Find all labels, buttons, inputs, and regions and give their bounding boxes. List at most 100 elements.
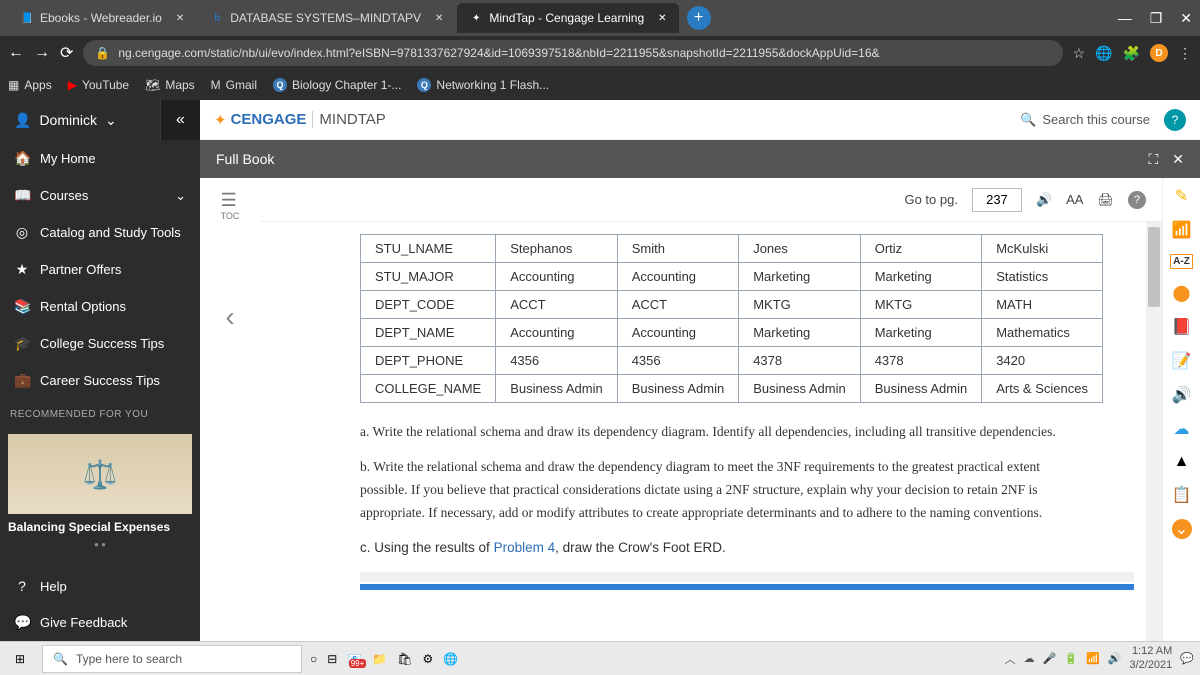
tab-icon: b: [210, 11, 224, 25]
sub-toolbar: Full Book ⛶ ✕: [200, 140, 1200, 178]
chrome-icon[interactable]: 🌐: [443, 652, 458, 666]
reader-help-button[interactable]: ?: [1128, 191, 1146, 209]
translate-icon[interactable]: 🌐: [1095, 45, 1112, 62]
bookmark-maps[interactable]: 🗺Maps: [145, 78, 195, 92]
tab-ebooks[interactable]: 📘 Ebooks - Webreader.io ✕: [8, 3, 196, 33]
row-header: STU_MAJOR: [361, 263, 496, 291]
tab-icon: ✦: [469, 11, 483, 25]
rss-icon[interactable]: 📶: [1172, 220, 1192, 240]
system-tray[interactable]: ︿ ☁ 🎤 🔋 📶 🔊 1:12 AM 3/2/2021 💬: [1005, 645, 1194, 671]
book-title: Full Book: [216, 151, 274, 167]
sidebar-item-partner[interactable]: ★Partner Offers: [0, 251, 200, 288]
cortana-icon[interactable]: ○: [310, 652, 317, 666]
reload-button[interactable]: ⟳: [60, 43, 73, 63]
sidebar-item-feedback[interactable]: 💬Give Feedback: [0, 604, 200, 641]
sidebar-item-courses[interactable]: 📖Courses⌄: [0, 177, 200, 214]
highlight-icon[interactable]: ✎: [1175, 186, 1188, 206]
tab-database[interactable]: b DATABASE SYSTEMS–MINDTAPV ✕: [198, 3, 455, 33]
font-size-button[interactable]: AA: [1066, 192, 1083, 207]
extension-d-icon[interactable]: D: [1150, 44, 1168, 62]
store-icon[interactable]: 🛍: [397, 652, 412, 666]
cell: 4356: [617, 347, 739, 375]
menu-icon[interactable]: ⋮: [1178, 45, 1192, 62]
help-button[interactable]: ?: [1164, 109, 1186, 131]
url-field[interactable]: 🔒 ng.cengage.com/static/nb/ui/evo/index.…: [83, 40, 1062, 66]
goto-label: Go to pg.: [904, 192, 957, 207]
notes-icon[interactable]: 📝: [1172, 351, 1192, 371]
star-icon[interactable]: ☆: [1073, 45, 1086, 62]
page-input[interactable]: [972, 188, 1022, 212]
notifications-icon[interactable]: 💬: [1180, 652, 1194, 665]
onedrive-icon[interactable]: ☁: [1024, 652, 1035, 665]
fullscreen-icon[interactable]: ⛶: [1148, 151, 1158, 168]
book-icon[interactable]: 📕: [1172, 317, 1192, 337]
volume-icon[interactable]: 🔊: [1108, 652, 1122, 665]
question-b: b. Write the relational schema and draw …: [360, 456, 1080, 525]
clock[interactable]: 1:12 AM 3/2/2021: [1129, 645, 1172, 671]
recommended-image: ⚖️: [8, 434, 192, 514]
taskview-icon[interactable]: ⊟: [327, 652, 337, 666]
cengage-logo-icon: ✦: [214, 111, 227, 129]
sidebar-item-help[interactable]: ?Help: [0, 568, 200, 604]
sidebar-item-catalog[interactable]: ◎Catalog and Study Tools: [0, 214, 200, 251]
new-tab-button[interactable]: +: [687, 6, 711, 30]
close-window-icon[interactable]: ✕: [1180, 10, 1192, 27]
forward-button[interactable]: →: [34, 44, 50, 62]
bookmarks-bar: ▦Apps ▶YouTube 🗺Maps MGmail QBiology Cha…: [0, 70, 1200, 100]
mic-icon[interactable]: 🎤: [1043, 652, 1057, 665]
stack-icon[interactable]: 📋: [1172, 485, 1192, 505]
bookmark-youtube[interactable]: ▶YouTube: [68, 78, 129, 92]
close-icon[interactable]: ✕: [435, 13, 443, 24]
puzzle-icon[interactable]: 🧩: [1123, 45, 1140, 62]
mail-icon[interactable]: 📧99+: [347, 652, 362, 666]
horizontal-scrollbar[interactable]: [360, 572, 1134, 582]
tray-chevron-icon[interactable]: ︿: [1005, 651, 1016, 667]
readspeaker-icon[interactable]: 🔊: [1172, 385, 1192, 405]
close-icon[interactable]: ✕: [176, 13, 184, 24]
collapse-sidebar-button[interactable]: «: [160, 100, 200, 140]
search-course[interactable]: 🔍 Search this course: [1020, 112, 1150, 128]
taskbar-search[interactable]: 🔍 Type here to search: [42, 645, 302, 673]
vertical-scrollbar[interactable]: [1146, 222, 1162, 641]
expand-rail-icon[interactable]: ⌄: [1172, 519, 1192, 539]
user-menu[interactable]: 👤 Dominick ⌄: [0, 102, 160, 139]
wifi-icon[interactable]: 📶: [1086, 652, 1100, 665]
start-button[interactable]: ⊞: [6, 645, 34, 673]
print-icon[interactable]: 🖨: [1097, 192, 1114, 208]
minimize-icon[interactable]: —: [1118, 10, 1132, 27]
toc-button[interactable]: ☰TOC: [221, 190, 240, 221]
sidebar-item-career[interactable]: 💼Career Success Tips: [0, 362, 200, 399]
close-icon[interactable]: ✕: [658, 13, 666, 24]
back-button[interactable]: ←: [8, 44, 24, 62]
tab-label: MindTap - Cengage Learning: [489, 11, 644, 25]
explorer-icon[interactable]: 📁: [372, 652, 387, 666]
recommended-card[interactable]: ⚖️ Balancing Special Expenses ● ●: [0, 426, 200, 557]
drive-icon[interactable]: ▲: [1174, 453, 1190, 471]
sidebar-item-rental[interactable]: 📚Rental Options: [0, 288, 200, 325]
progress-bar: [360, 584, 1134, 590]
apps-button[interactable]: ▦Apps: [8, 78, 52, 92]
problem-link[interactable]: Problem 4: [494, 540, 556, 555]
sidebar-item-myhome[interactable]: 🏠My Home: [0, 140, 200, 177]
cloud-icon[interactable]: ☁: [1174, 419, 1190, 439]
close-reader-icon[interactable]: ✕: [1172, 151, 1184, 168]
page-view[interactable]: STU_LNAMEStephanosSmithJonesOrtizMcKulsk…: [260, 222, 1162, 641]
battery-icon[interactable]: 🔋: [1064, 652, 1078, 665]
cell: MKTG: [739, 291, 861, 319]
prev-page-button[interactable]: ‹: [225, 301, 234, 333]
readaloud-icon[interactable]: 🔊: [1036, 192, 1052, 208]
flashcards-icon[interactable]: ⬤: [1173, 283, 1191, 303]
reader-gutter: ☰TOC ‹: [200, 178, 260, 641]
cell: 4356: [496, 347, 618, 375]
glossary-icon[interactable]: A-Z: [1170, 254, 1193, 269]
settings-icon[interactable]: ⚙: [422, 652, 433, 666]
bookmark-biology[interactable]: QBiology Chapter 1-...: [273, 78, 401, 92]
recommended-title: Balancing Special Expenses: [8, 514, 192, 540]
tab-mindtap[interactable]: ✦ MindTap - Cengage Learning ✕: [457, 3, 678, 33]
sidebar-item-college[interactable]: 🎓College Success Tips: [0, 325, 200, 362]
cell: Business Admin: [860, 375, 982, 403]
lock-icon: 🔒: [95, 46, 110, 60]
maximize-icon[interactable]: ❐: [1150, 10, 1163, 27]
bookmark-networking[interactable]: QNetworking 1 Flash...: [417, 78, 549, 92]
bookmark-gmail[interactable]: MGmail: [211, 78, 257, 92]
